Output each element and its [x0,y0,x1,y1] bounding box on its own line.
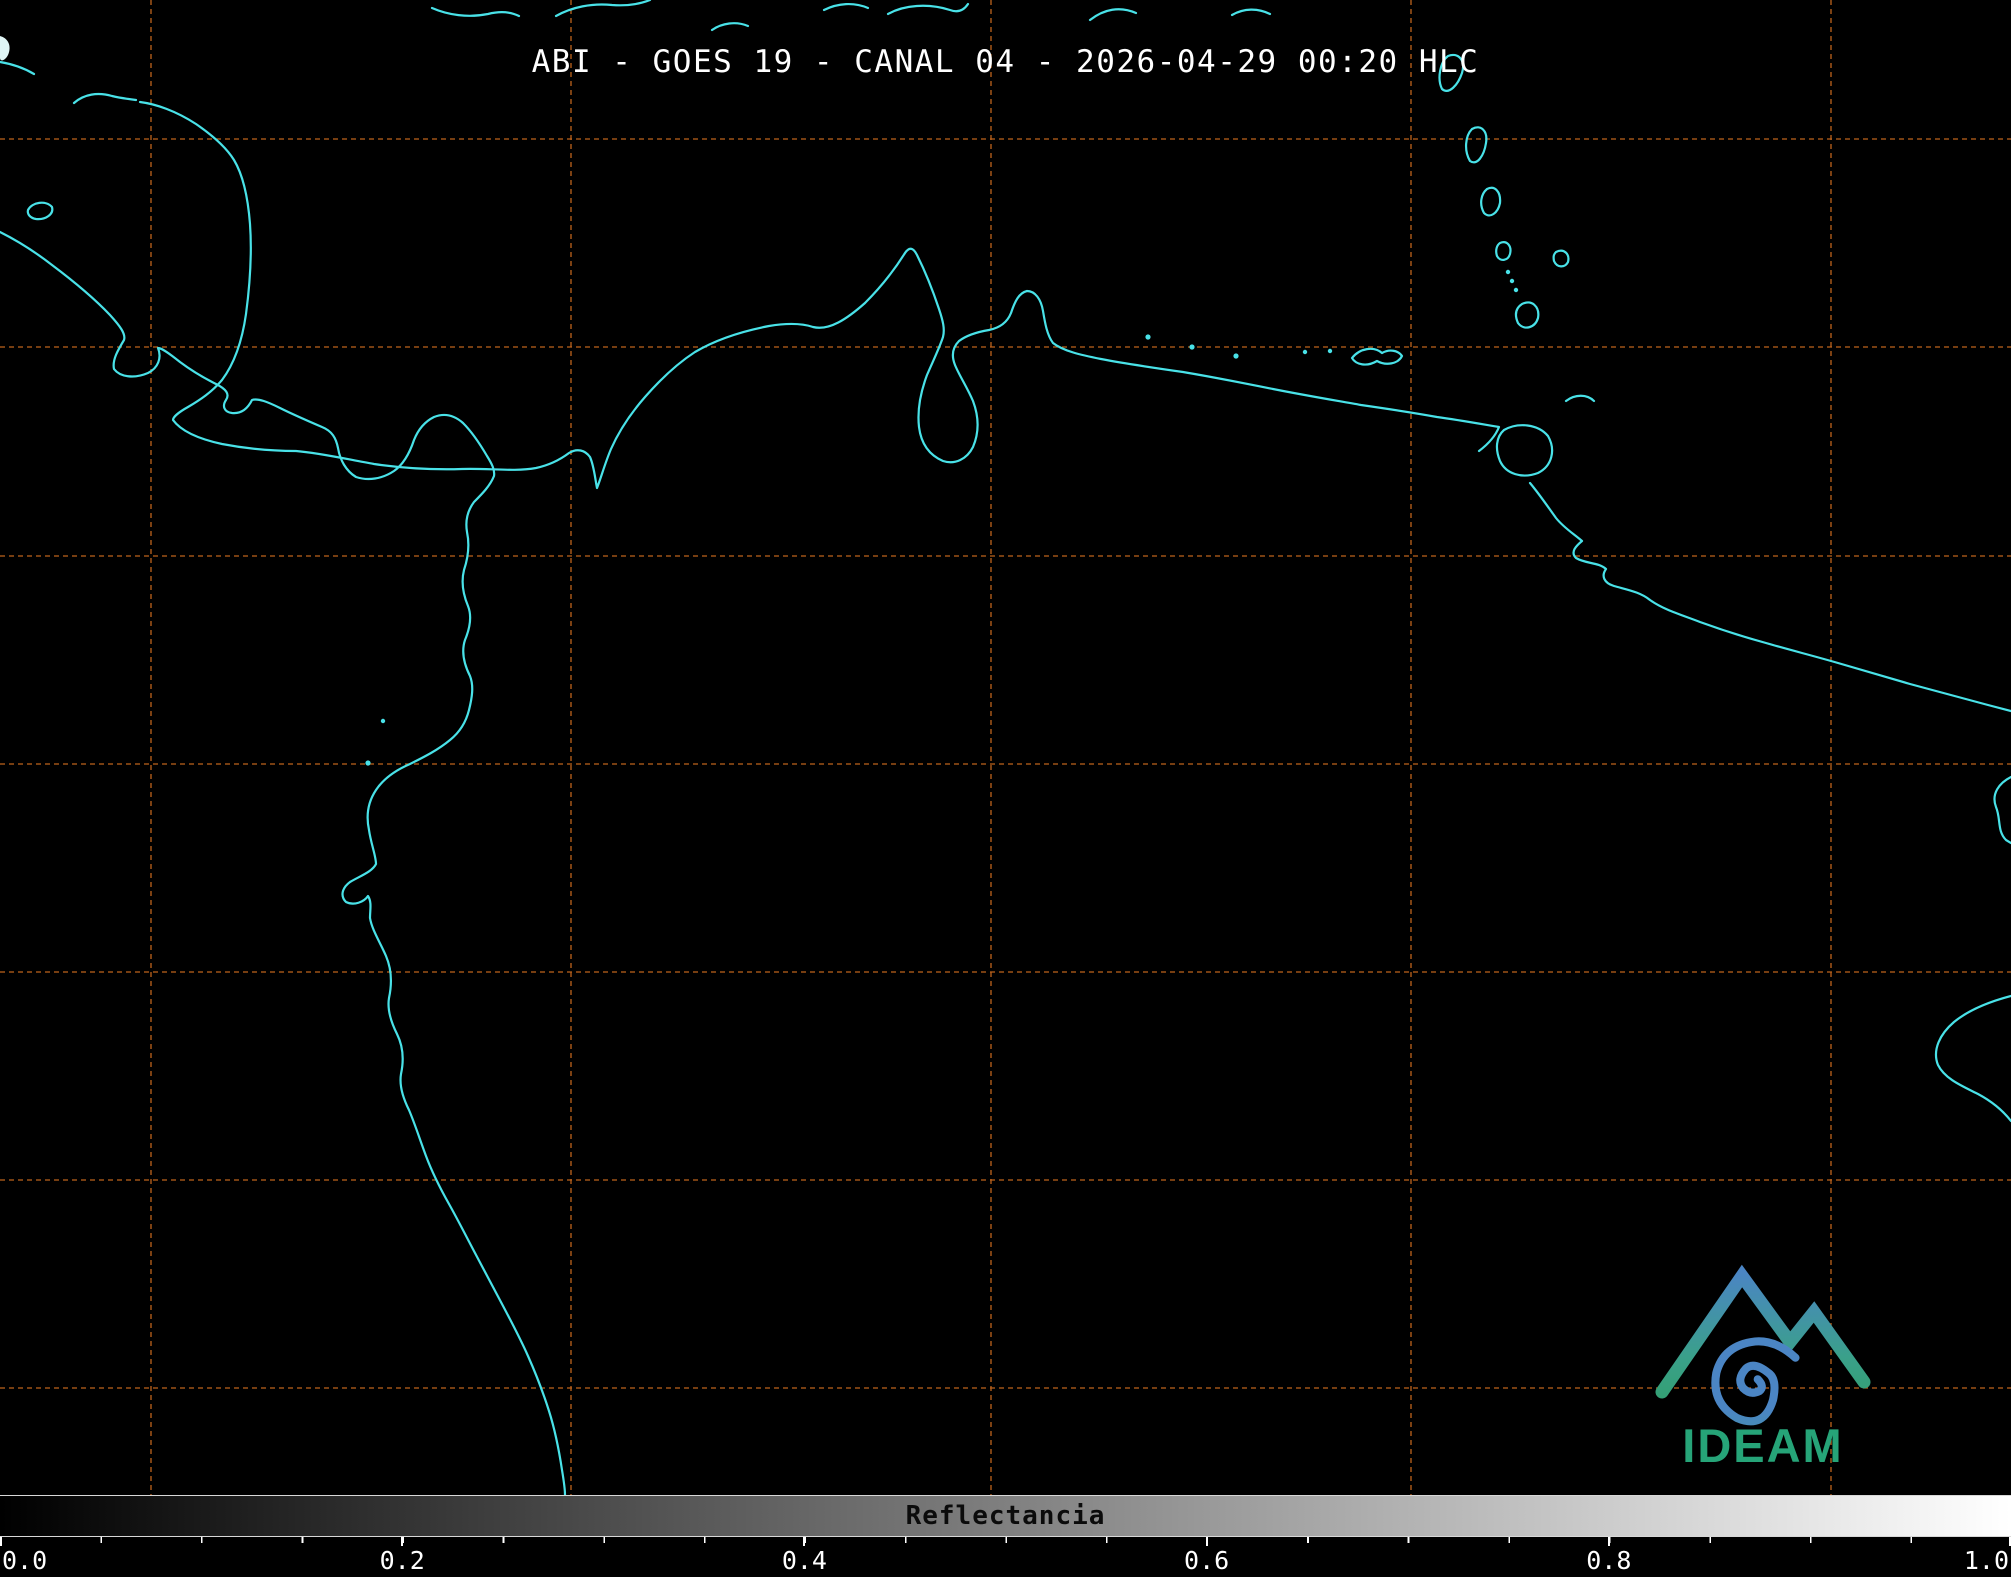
colorbar-tick-label: 0.8 [1586,1546,1632,1575]
colorbar-tick-label: 0.0 [2,1546,48,1575]
image-title: ABI - GOES 19 - CANAL 04 - 2026-04-29 00… [531,44,1480,80]
coastline-guyana [1528,481,2011,713]
colorbar-tick-label: 0.2 [379,1546,425,1575]
coastline-top-fragments [430,0,1272,32]
ideam-swirl-icon [1711,1337,1800,1426]
colorbar: Reflectancia [0,1495,2011,1537]
ideam-logo: IDEAM [1655,1264,1871,1472]
colorbar-major-tick [401,1537,404,1546]
ideam-logo-text: IDEAM [1682,1419,1843,1472]
coastline-lake-nicaragua [26,201,54,221]
coastline-small-islands [365,269,1519,766]
colorbar-major-tick [1607,1537,1610,1546]
colorbar-tick-label: 0.4 [781,1546,827,1575]
coastline-pacific [0,230,567,1495]
satellite-image-viewer: ABI - GOES 19 - CANAL 04 - 2026-04-29 00… [0,0,2011,1577]
coastline-trinidad-tobago [1495,394,1596,477]
coastline-right-edge [1934,775,2011,1123]
colorbar-tick-label: 0.6 [1184,1546,1230,1575]
coastline-caribbean-main [138,100,1501,490]
coastline-margarita [1350,347,1404,366]
ideam-mountain-icon [1655,1264,1871,1399]
colorbar-major-tick [0,1537,2,1546]
colorbar-major-tick [803,1537,806,1546]
colorbar-major-tick [1205,1537,1208,1546]
colorbar-label: Reflectancia [905,1501,1106,1531]
colorbar-tick-label: 1.0 [1963,1546,2009,1575]
coastline-lesser-antilles [1438,53,1570,329]
colorbar-minor-ticks [0,1537,2011,1543]
